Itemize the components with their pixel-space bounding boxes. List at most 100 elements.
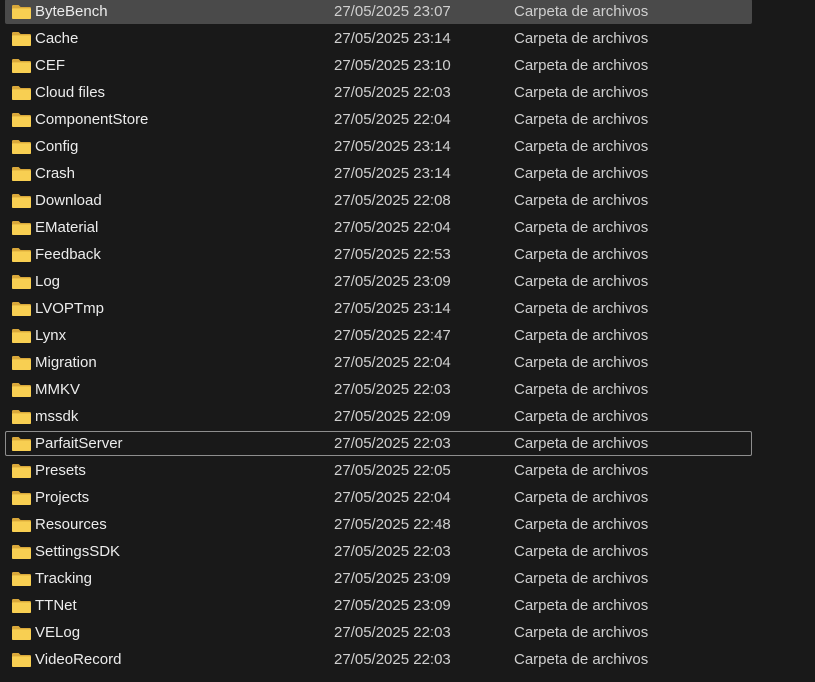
file-row[interactable]: VideoRecord 27/05/2025 22:03 Carpeta de ar…	[5, 647, 752, 672]
file-name: ByteBench	[35, 3, 108, 20]
file-name: CEF	[35, 57, 65, 74]
file-name: Tracking	[35, 570, 92, 587]
file-row[interactable]: SettingsSDK 27/05/2025 22:03 Carpeta de ar…	[5, 539, 752, 564]
file-row[interactable]: Lynx 27/05/2025 22:47 Carpeta de archivos	[5, 323, 752, 348]
modified-date: 27/05/2025 22:03	[334, 381, 451, 398]
modified-date: 27/05/2025 22:04	[334, 111, 451, 128]
file-name: Crash	[35, 165, 76, 182]
file-row[interactable]: Download 27/05/2025 22:08 Carpeta de archi…	[5, 188, 752, 213]
file-row[interactable]: Tracking 27/05/2025 23:09 Carpeta de archi…	[5, 566, 752, 591]
file-type: Carpeta de archivos	[514, 570, 649, 587]
modified-date: 27/05/2025 22:48	[334, 516, 451, 533]
modified-date: 27/05/2025 22:04	[334, 489, 451, 506]
folder-icon	[11, 166, 32, 182]
folder-icon	[11, 31, 32, 47]
file-row[interactable]: EMaterial 27/05/2025 22:04 Carpeta de arch…	[5, 215, 752, 240]
file-row[interactable]: ComponentStore 27/05/2025 22:04 Carpeta de…	[5, 107, 752, 132]
file-name: LVOPTmp	[35, 300, 104, 317]
file-name: ComponentStore	[35, 111, 149, 128]
file-type: Carpeta de archivos	[514, 246, 649, 263]
modified-date: 27/05/2025 22:04	[334, 219, 451, 236]
folder-icon	[11, 328, 32, 344]
file-name: Log	[35, 273, 61, 290]
modified-date: 27/05/2025 22:03	[334, 84, 451, 101]
file-row[interactable]: ByteBench 27/05/2025 23:07 Carpeta de arch…	[5, 0, 752, 24]
file-type: Carpeta de archivos	[514, 516, 649, 533]
file-name: ParfaitServer	[35, 435, 123, 452]
modified-date: 27/05/2025 23:14	[334, 30, 451, 47]
file-type: Carpeta de archivos	[514, 462, 649, 479]
file-name: mssdk	[35, 408, 79, 425]
file-name: VELog	[35, 624, 81, 641]
modified-date: 27/05/2025 22:53	[334, 246, 451, 263]
file-row[interactable]: Crash 27/05/2025 23:14 Carpeta de archivos	[5, 161, 752, 186]
modified-date: 27/05/2025 23:14	[334, 138, 451, 155]
file-name: MMKV	[35, 381, 80, 398]
file-row[interactable]: Feedback 27/05/2025 22:53 Carpeta de archi…	[5, 242, 752, 267]
file-type: Carpeta de archivos	[514, 327, 649, 344]
modified-date: 27/05/2025 22:47	[334, 327, 451, 344]
file-type: Carpeta de archivos	[514, 489, 649, 506]
file-row[interactable]: mssdk 27/05/2025 22:09 Carpeta de archivos	[5, 404, 752, 429]
file-name: Config	[35, 138, 79, 155]
file-name: EMaterial	[35, 219, 99, 236]
modified-date: 27/05/2025 23:09	[334, 273, 451, 290]
file-row[interactable]: LVOPTmp 27/05/2025 23:14 Carpeta de archiv…	[5, 296, 752, 321]
folder-icon	[11, 436, 32, 452]
folder-icon	[11, 58, 32, 74]
file-row[interactable]: Cloud files 27/05/2025 22:03 Carpeta de ar…	[5, 80, 752, 105]
file-name: TTNet	[35, 597, 77, 614]
modified-date: 27/05/2025 23:10	[334, 57, 451, 74]
file-name: Lynx	[35, 327, 67, 344]
file-type: Carpeta de archivos	[514, 408, 649, 425]
file-row[interactable]: VELog 27/05/2025 22:03 Carpeta de archivos	[5, 620, 752, 645]
file-name: Download	[35, 192, 102, 209]
file-row[interactable]: MMKV 27/05/2025 22:03 Carpeta de archivos	[5, 377, 752, 402]
folder-icon	[11, 409, 32, 425]
file-name: Projects	[35, 489, 90, 506]
modified-date: 27/05/2025 22:09	[334, 408, 451, 425]
folder-icon	[11, 463, 32, 479]
folder-icon	[11, 112, 32, 128]
modified-date: 27/05/2025 23:09	[334, 570, 451, 587]
file-row[interactable]: Config 27/05/2025 23:14 Carpeta de archivo…	[5, 134, 752, 159]
file-type: Carpeta de archivos	[514, 3, 649, 20]
file-row[interactable]: Log 27/05/2025 23:09 Carpeta de archivos	[5, 269, 752, 294]
folder-icon	[11, 247, 32, 263]
file-row[interactable]: Cache 27/05/2025 23:14 Carpeta de archivos	[5, 26, 752, 51]
file-name: Resources	[35, 516, 107, 533]
file-name: Feedback	[35, 246, 101, 263]
folder-icon	[11, 301, 32, 317]
file-type: Carpeta de archivos	[514, 111, 649, 128]
file-row[interactable]: Projects 27/05/2025 22:04 Carpeta de archi…	[5, 485, 752, 510]
file-type: Carpeta de archivos	[514, 192, 649, 209]
folder-icon	[11, 598, 32, 614]
folder-icon	[11, 355, 32, 371]
modified-date: 27/05/2025 22:03	[334, 543, 451, 560]
file-row[interactable]: Presets 27/05/2025 22:05 Carpeta de archiv…	[5, 458, 752, 483]
modified-date: 27/05/2025 22:04	[334, 354, 451, 371]
folder-icon	[11, 85, 32, 101]
file-type: Carpeta de archivos	[514, 138, 649, 155]
file-type: Carpeta de archivos	[514, 597, 649, 614]
file-type: Carpeta de archivos	[514, 165, 649, 182]
folder-icon	[11, 625, 32, 641]
file-name: Presets	[35, 462, 86, 479]
modified-date: 27/05/2025 23:14	[334, 165, 451, 182]
file-type: Carpeta de archivos	[514, 57, 649, 74]
file-row[interactable]: ParfaitServer 27/05/2025 22:03 Carpeta de …	[5, 431, 752, 456]
modified-date: 27/05/2025 22:05	[334, 462, 451, 479]
file-name: Cache	[35, 30, 79, 47]
file-name: SettingsSDK	[35, 543, 121, 560]
file-type: Carpeta de archivos	[514, 354, 649, 371]
file-name: Cloud files	[35, 84, 106, 101]
file-type: Carpeta de archivos	[514, 300, 649, 317]
folder-icon	[11, 571, 32, 587]
modified-date: 27/05/2025 23:07	[334, 3, 451, 20]
file-row[interactable]: Migration 27/05/2025 22:04 Carpeta de arch…	[5, 350, 752, 375]
file-row[interactable]: TTNet 27/05/2025 23:09 Carpeta de archivos	[5, 593, 752, 618]
folder-icon	[11, 274, 32, 290]
file-row[interactable]: Resources 27/05/2025 22:48 Carpeta de arch…	[5, 512, 752, 537]
file-row[interactable]: CEF 27/05/2025 23:10 Carpeta de archivos	[5, 53, 752, 78]
folder-icon	[11, 193, 32, 209]
